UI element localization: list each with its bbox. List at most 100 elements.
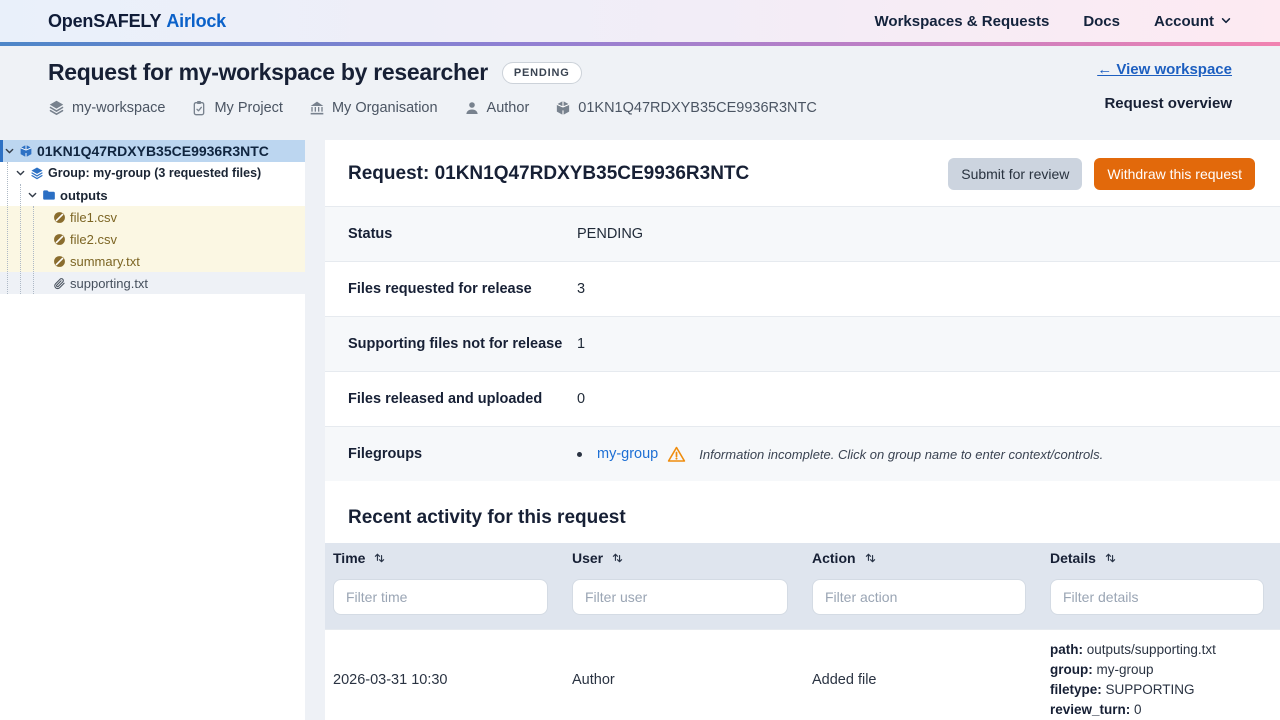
- tree-item-label: supporting.txt: [70, 275, 149, 291]
- tree-guide-line: [7, 162, 8, 294]
- detail-path: path: outputs/supporting.txt: [1050, 640, 1280, 660]
- activity-time: 2026-03-31 10:30: [333, 672, 448, 688]
- tree-item-summary-txt[interactable]: summary.txt: [0, 250, 305, 272]
- column-label: Action: [812, 550, 856, 566]
- activity-action: Added file: [812, 672, 877, 688]
- column-label: Details: [1050, 550, 1096, 566]
- request-main-panel: Request: 01KN1Q47RDXYB35CE9936R3NTC Subm…: [325, 140, 1280, 720]
- info-value: 0: [577, 391, 586, 407]
- breadcrumb-label: my-workspace: [72, 99, 166, 116]
- brand-primary: OpenSAFELY: [48, 10, 162, 31]
- chevron-down-icon[interactable]: [15, 168, 26, 179]
- sort-icon[interactable]: [611, 551, 624, 565]
- sort-icon[interactable]: [864, 551, 877, 565]
- info-label: Filegroups: [348, 446, 423, 462]
- tree-item-label: file2.csv: [70, 231, 117, 247]
- info-row-status: Status PENDING: [325, 206, 1280, 261]
- tree-item-outputs-folder[interactable]: outputs: [0, 184, 305, 206]
- breadcrumb-author: Author: [464, 99, 530, 116]
- breadcrumb: my-workspace My Project My Organisation …: [48, 99, 1232, 116]
- column-header-user[interactable]: User: [564, 550, 804, 566]
- page-header: Request for my-workspace by researcher P…: [0, 46, 1280, 140]
- output-file-icon: [53, 232, 66, 246]
- activity-table: Time User Action Details Filter time Fil…: [325, 543, 1280, 720]
- breadcrumb-label: Author: [486, 99, 530, 116]
- nav-workspaces-requests[interactable]: Workspaces & Requests: [875, 13, 1050, 30]
- nav-account-menu[interactable]: Account: [1154, 13, 1232, 30]
- chevron-down-icon[interactable]: [4, 146, 15, 157]
- tree-item-label: summary.txt: [70, 253, 140, 269]
- breadcrumb-workspace: my-workspace: [48, 99, 165, 116]
- activity-filter-row: [325, 573, 1280, 629]
- info-value: 3: [577, 281, 586, 297]
- column-header-details[interactable]: Details: [1042, 550, 1280, 566]
- filter-details-input[interactable]: [1050, 579, 1264, 615]
- info-value: 1: [577, 336, 586, 352]
- breadcrumb-request-id: 01KN1Q47RDXYB35CE9936R3NTC: [555, 100, 817, 116]
- detail-key: path:: [1050, 642, 1083, 657]
- tree-item-file2-csv[interactable]: file2.csv: [0, 228, 305, 250]
- sort-icon[interactable]: [373, 551, 386, 565]
- sidebar-main-gap: [305, 140, 325, 720]
- chevron-down-icon: [1221, 18, 1231, 24]
- filegroup-my-group-link[interactable]: my-group: [597, 446, 658, 462]
- nav-links: Workspaces & Requests Docs Account: [875, 13, 1232, 30]
- detail-filetype: filetype: SUPPORTING: [1050, 680, 1280, 700]
- request-info-table: Status PENDING Files requested for relea…: [325, 206, 1280, 481]
- submit-for-review-button[interactable]: Submit for review: [948, 158, 1083, 190]
- breadcrumb-label: My Project: [214, 99, 283, 116]
- user-icon: [465, 101, 478, 114]
- list-bullet: [577, 451, 582, 457]
- recent-activity-heading: Recent activity for this request: [348, 507, 626, 528]
- clipboard-icon: [194, 99, 205, 115]
- filter-user-input[interactable]: [572, 579, 788, 615]
- output-file-icon: [53, 210, 66, 224]
- breadcrumb-label: My Organisation: [331, 99, 438, 116]
- tree-item-group-my-group[interactable]: Group: my-group (3 requested files): [0, 162, 305, 184]
- warning-icon: [667, 446, 686, 462]
- layers-icon: [30, 166, 44, 180]
- paperclip-icon: [53, 277, 66, 290]
- request-overview-label: Request overview: [1104, 95, 1232, 112]
- sort-icon[interactable]: [1104, 551, 1117, 565]
- column-header-time[interactable]: Time: [325, 550, 564, 566]
- filegroup-warning-note: Information incomplete. Click on group n…: [699, 446, 1104, 462]
- filter-action-input[interactable]: [812, 579, 1026, 615]
- tree-guide-line: [20, 184, 21, 294]
- activity-details: path: outputs/supporting.txt group: my-g…: [1042, 640, 1280, 720]
- status-badge: PENDING: [501, 61, 582, 84]
- chevron-down-icon[interactable]: [27, 190, 38, 201]
- file-tree-sidebar: 01KN1Q47RDXYB35CE9936R3NTC Group: my-gro…: [0, 140, 305, 720]
- info-row-files-requested: Files requested for release 3: [325, 261, 1280, 316]
- withdraw-request-button[interactable]: Withdraw this request: [1094, 158, 1255, 190]
- detail-key: group:: [1050, 662, 1093, 677]
- activity-table-row: 2026-03-31 10:30 Author Added file path:…: [325, 629, 1280, 720]
- nav-account-label: Account: [1154, 12, 1214, 30]
- info-label: Files requested for release: [348, 281, 532, 297]
- brand-logo[interactable]: OpenSAFELY Airlock: [48, 11, 226, 32]
- detail-value: my-group: [1096, 662, 1154, 677]
- breadcrumb-organisation: My Organisation: [309, 100, 438, 116]
- breadcrumb-project: My Project: [191, 100, 283, 116]
- detail-review-turn: review_turn: 0: [1050, 700, 1280, 720]
- info-value: PENDING: [577, 226, 644, 242]
- folder-icon: [42, 188, 56, 202]
- detail-key: filetype:: [1050, 682, 1102, 697]
- column-header-action[interactable]: Action: [804, 550, 1042, 566]
- top-navbar: OpenSAFELY Airlock Workspaces & Requests …: [0, 0, 1280, 42]
- tree-item-supporting-txt[interactable]: supporting.txt: [0, 272, 305, 294]
- file-tree: 01KN1Q47RDXYB35CE9936R3NTC Group: my-gro…: [0, 140, 305, 294]
- info-row-files-released: Files released and uploaded 0: [325, 371, 1280, 426]
- column-label: User: [572, 550, 604, 566]
- breadcrumb-label: 01KN1Q47RDXYB35CE9936R3NTC: [578, 99, 817, 116]
- detail-group: group: my-group: [1050, 660, 1280, 680]
- column-label: Time: [333, 550, 366, 566]
- view-workspace-link[interactable]: ← View workspace: [1097, 61, 1232, 78]
- detail-value: 0: [1134, 702, 1142, 717]
- tree-item-request-root[interactable]: 01KN1Q47RDXYB35CE9936R3NTC: [0, 140, 305, 162]
- filter-time-input[interactable]: [333, 579, 548, 615]
- nav-docs[interactable]: Docs: [1083, 13, 1120, 30]
- cube-icon: [19, 144, 33, 158]
- brand-secondary: Airlock: [166, 10, 226, 31]
- tree-item-file1-csv[interactable]: file1.csv: [0, 206, 305, 228]
